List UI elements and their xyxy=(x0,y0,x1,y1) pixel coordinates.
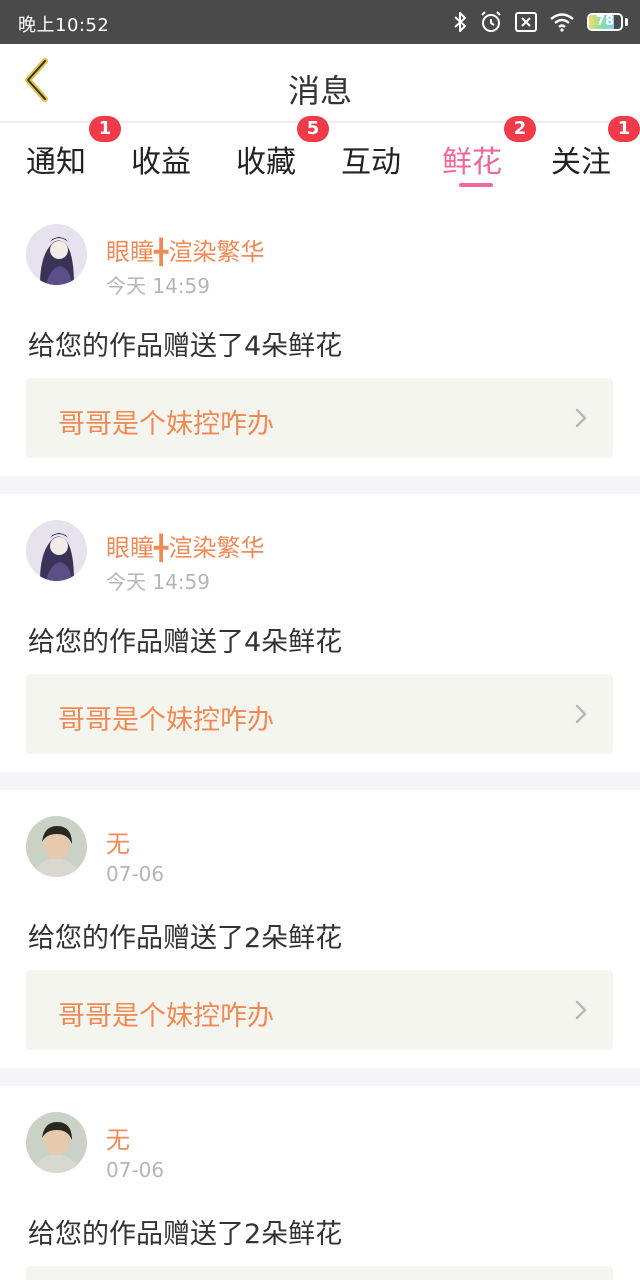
chevron-right-icon xyxy=(575,1000,587,1024)
work-link[interactable]: 哥哥是个妹控咋办 xyxy=(26,378,613,458)
tab-interactions[interactable]: 互动 xyxy=(341,137,401,187)
username[interactable]: 眼瞳╋渲染繁华 xyxy=(106,528,264,563)
tab-label: 通知 xyxy=(26,145,86,180)
username[interactable]: 眼瞳╋渲染繁华 xyxy=(106,232,264,267)
card-divider xyxy=(0,772,640,790)
tab-badge-following: 1 xyxy=(608,116,640,142)
tab-bar: 通知 1 收益 收藏 5 互动 鲜花 2 关注 1 xyxy=(0,116,640,200)
timestamp: 今天 14:59 xyxy=(106,570,210,594)
chevron-right-icon xyxy=(575,408,587,432)
tab-label: 鲜花 xyxy=(442,145,502,180)
work-link[interactable]: 哥哥是个妹控咋办 xyxy=(26,674,613,754)
tab-flowers[interactable]: 鲜花 xyxy=(442,137,502,187)
avatar[interactable] xyxy=(26,816,87,877)
tab-badge-notifications: 1 xyxy=(89,116,121,142)
tab-label: 关注 xyxy=(551,145,611,180)
timestamp: 07-06 xyxy=(106,862,165,886)
tab-following[interactable]: 关注 xyxy=(551,137,611,187)
username[interactable]: 无 xyxy=(106,824,130,859)
gift-message: 给您的作品赠送了2朵鲜花 xyxy=(28,923,343,954)
work-title: 哥哥是个妹控咋办 xyxy=(58,1001,274,1032)
list-item: 眼瞳╋渲染繁华 今天 14:59 给您的作品赠送了4朵鲜花 哥哥是个妹控咋办 xyxy=(0,494,640,772)
timestamp: 07-06 xyxy=(106,1158,165,1182)
tab-label: 收益 xyxy=(131,145,191,180)
work-title: 哥哥是个妹控咋办 xyxy=(58,409,274,440)
card-divider xyxy=(0,476,640,494)
page-title: 消息 xyxy=(287,72,352,110)
header: 消息 xyxy=(0,44,640,122)
avatar[interactable] xyxy=(26,520,87,581)
list-item: 无 07-06 给您的作品赠送了2朵鲜花 xyxy=(0,1086,640,1280)
work-link[interactable] xyxy=(26,1266,613,1280)
status-icons: 78 xyxy=(453,8,628,36)
status-bar: 晚上10:52 78 xyxy=(0,0,640,44)
gift-message: 给您的作品赠送了4朵鲜花 xyxy=(28,627,343,658)
chevron-right-icon xyxy=(575,704,587,728)
battery-icon: 78 xyxy=(587,13,628,31)
bluetooth-icon xyxy=(453,11,467,33)
work-link[interactable]: 哥哥是个妹控咋办 xyxy=(26,970,613,1050)
wifi-icon xyxy=(549,12,575,32)
timestamp: 今天 14:59 xyxy=(106,274,210,298)
tab-notifications[interactable]: 通知 xyxy=(26,137,86,187)
username[interactable]: 无 xyxy=(106,1120,130,1155)
status-time: 晚上10:52 xyxy=(18,15,110,36)
alarm-icon xyxy=(479,10,503,34)
tab-badge-favorites: 5 xyxy=(297,116,329,142)
avatar[interactable] xyxy=(26,224,87,285)
avatar[interactable] xyxy=(26,1112,87,1173)
tab-earnings[interactable]: 收益 xyxy=(131,137,191,187)
gift-message: 给您的作品赠送了4朵鲜花 xyxy=(28,331,343,362)
list-item: 无 07-06 给您的作品赠送了2朵鲜花 哥哥是个妹控咋办 xyxy=(0,790,640,1068)
tab-favorites[interactable]: 收藏 xyxy=(236,137,296,187)
tab-label: 收藏 xyxy=(236,145,296,180)
active-tab-indicator xyxy=(459,183,493,187)
work-title: 哥哥是个妹控咋办 xyxy=(58,705,274,736)
tab-label: 互动 xyxy=(341,145,401,180)
battery-level: 78 xyxy=(595,14,615,29)
list-item: 眼瞳╋渲染繁华 今天 14:59 给您的作品赠送了4朵鲜花 哥哥是个妹控咋办 xyxy=(0,200,640,476)
gift-message: 给您的作品赠送了2朵鲜花 xyxy=(28,1219,343,1250)
card-divider xyxy=(0,1068,640,1086)
sim-off-icon xyxy=(515,12,537,32)
tab-badge-flowers: 2 xyxy=(504,116,536,142)
